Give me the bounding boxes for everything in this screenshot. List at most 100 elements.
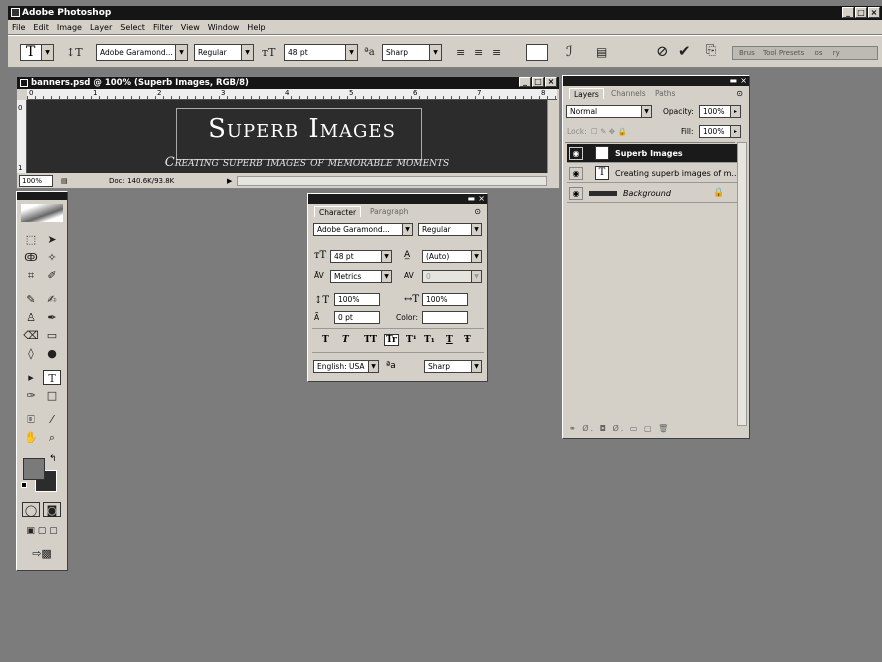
tab-layers[interactable]: Layers <box>569 88 604 99</box>
palette-menu-icon[interactable]: ⊙ <box>474 207 481 216</box>
swap-colors-icon[interactable]: ↰ <box>49 454 57 464</box>
tab-paths[interactable]: Paths <box>651 88 679 99</box>
lock-icons[interactable]: ☐ ✎ ✥ 🔒 <box>591 126 627 137</box>
palette-well-tab-3[interactable]: ry <box>833 49 840 57</box>
zoom-tool-icon[interactable]: ⌕ <box>43 430 61 445</box>
minimize-button[interactable]: _ <box>842 7 854 18</box>
brush-tool-icon[interactable]: ✍ <box>43 292 61 307</box>
quick-mask-mode-icon[interactable]: ◙ <box>43 502 61 517</box>
eyedropper-tool-icon[interactable]: ⁄ <box>43 412 61 427</box>
align-center-icon[interactable]: ≡ <box>474 46 483 60</box>
feather-logo-icon[interactable] <box>21 204 63 222</box>
layers-footer-buttons[interactable]: ⚭ Ø. ◘ Ø. ▭ ▢ 🗑 <box>565 422 747 436</box>
font-family-select[interactable]: Adobe Garamond... ▼ <box>96 44 188 61</box>
menu-help[interactable]: Help <box>247 23 265 32</box>
char-font-family-select[interactable]: Adobe Garamond... ▼ <box>313 223 413 236</box>
opacity-field[interactable]: 100% ▸ <box>699 105 741 118</box>
commit-edit-icon[interactable]: ✔ <box>678 44 691 59</box>
char-tracking-select[interactable]: 0 ▼ <box>422 270 482 283</box>
clone-stamp-tool-icon[interactable]: ♙ <box>22 310 40 325</box>
small-caps-button[interactable]: Tr <box>384 334 399 346</box>
blend-mode-select[interactable]: Normal ▼ <box>566 105 652 118</box>
palette-well-tab-2[interactable]: os <box>815 49 823 57</box>
gradient-tool-icon[interactable]: ▭ <box>43 328 61 343</box>
warp-text-icon[interactable]: ℐ <box>566 45 573 59</box>
tab-paragraph[interactable]: Paragraph <box>366 206 412 217</box>
faux-italic-button[interactable]: T <box>342 335 349 345</box>
document-horizontal-scrollbar[interactable] <box>237 176 547 186</box>
screen-mode-icons[interactable]: ▣ ▢ ▢ <box>20 524 64 539</box>
antialias-select[interactable]: Sharp ▼ <box>382 44 442 61</box>
font-size-select[interactable]: 48 pt ▼ <box>284 44 358 61</box>
slice-tool-icon[interactable]: ✐ <box>43 268 61 283</box>
palette-well-tab-brushes[interactable]: Brus <box>739 49 755 57</box>
char-vscale-field[interactable]: 100% <box>334 293 380 306</box>
char-size-select[interactable]: 48 pt ▼ <box>330 250 392 263</box>
char-font-style-select[interactable]: Regular ▼ <box>418 223 482 236</box>
visibility-eye-icon[interactable]: ◉ <box>569 167 583 180</box>
char-hscale-field[interactable]: 100% <box>422 293 468 306</box>
font-style-select[interactable]: Regular ▼ <box>194 44 254 61</box>
char-baseline-field[interactable]: 0 pt <box>334 311 380 324</box>
jump-to-imageready-icon[interactable]: ⇨▩ <box>20 546 64 561</box>
layer-row[interactable]: ◉ T Superb Images <box>567 144 747 163</box>
close-button[interactable]: × <box>868 7 880 18</box>
superscript-button[interactable]: T¹ <box>406 335 417 345</box>
layers-scrollbar[interactable] <box>737 142 747 426</box>
strikethrough-button[interactable]: Ŧ <box>464 335 471 345</box>
visibility-eye-icon[interactable]: ◉ <box>569 187 583 200</box>
lasso-tool-icon[interactable]: ↂ <box>22 250 40 265</box>
faux-bold-button[interactable]: T <box>322 335 329 345</box>
char-kerning-select[interactable]: Metrics ▼ <box>330 270 392 283</box>
vertical-ruler[interactable]: 0 1 <box>17 100 27 173</box>
document-canvas[interactable]: Superb Images Creating superb images of … <box>27 100 547 173</box>
maximize-button[interactable]: □ <box>855 7 867 18</box>
palette-minimize-icon[interactable]: ▬ <box>467 194 475 204</box>
move-tool-icon[interactable]: ➤ <box>43 232 61 247</box>
doc-minimize-button[interactable]: _ <box>519 77 531 87</box>
doc-close-button[interactable]: × <box>545 77 557 87</box>
fill-field[interactable]: 100% ▸ <box>699 125 741 138</box>
visibility-eye-icon[interactable]: ◉ <box>569 147 583 160</box>
status-bridge-icon[interactable]: ▤ <box>61 174 68 188</box>
headline-text[interactable]: Superb Images <box>177 114 427 144</box>
zoom-field[interactable]: 100% <box>19 175 53 187</box>
magic-wand-tool-icon[interactable]: ✧ <box>43 250 61 265</box>
palettes-toggle-icon[interactable]: ▤ <box>596 45 607 59</box>
menu-image[interactable]: Image <box>57 23 82 32</box>
type-tool-icon[interactable]: T <box>43 370 61 385</box>
horizontal-ruler[interactable]: 0 1 2 3 4 5 6 7 8 <box>27 89 557 100</box>
doc-maximize-button[interactable]: □ <box>532 77 544 87</box>
status-menu-arrow-icon[interactable]: ▶ <box>227 174 232 188</box>
palette-close-icon[interactable]: × <box>478 194 485 204</box>
layer-row[interactable]: ◉ T Creating superb images of m... <box>567 164 747 183</box>
text-orientation-icon[interactable]: ↕T <box>66 46 83 60</box>
notes-tool-icon[interactable]: 🗉 <box>22 412 40 427</box>
toolbox-grip[interactable] <box>17 192 67 200</box>
standard-mode-icon[interactable]: ◯ <box>22 502 40 517</box>
tab-character[interactable]: Character <box>314 206 362 217</box>
underline-button[interactable]: T <box>446 335 453 345</box>
menu-filter[interactable]: Filter <box>153 23 173 32</box>
marquee-tool-icon[interactable]: ⬚ <box>22 232 40 247</box>
palette-minimize-icon[interactable]: ▬ <box>729 76 737 86</box>
palette-menu-icon[interactable]: ⊙ <box>736 89 743 98</box>
shape-tool-icon[interactable]: □ <box>43 388 61 403</box>
tool-preset-picker[interactable]: T ▼ <box>20 44 54 61</box>
menu-window[interactable]: Window <box>208 23 240 32</box>
char-antialias-select[interactable]: Sharp ▼ <box>424 360 482 373</box>
go-to-bridge-icon[interactable]: ⎘ <box>706 44 716 58</box>
history-brush-tool-icon[interactable]: ✒ <box>43 310 61 325</box>
subscript-button[interactable]: T₁ <box>424 335 435 345</box>
hand-tool-icon[interactable]: ✋ <box>22 430 40 445</box>
character-palette-grip[interactable]: ▬ × <box>308 194 487 204</box>
crop-tool-icon[interactable]: ⌗ <box>22 268 40 283</box>
foreground-color-swatch-front[interactable] <box>23 458 45 480</box>
palette-well-tab-tool-presets[interactable]: Tool Presets <box>763 49 804 57</box>
text-color-swatch[interactable] <box>526 44 548 61</box>
char-leading-select[interactable]: (Auto) ▼ <box>422 250 482 263</box>
dodge-tool-icon[interactable]: ● <box>43 346 61 361</box>
layer-row[interactable]: ◉ Background 🔒 <box>567 184 747 203</box>
pen-tool-icon[interactable]: ✑ <box>22 388 40 403</box>
cancel-edit-icon[interactable]: ⊘ <box>656 44 669 59</box>
